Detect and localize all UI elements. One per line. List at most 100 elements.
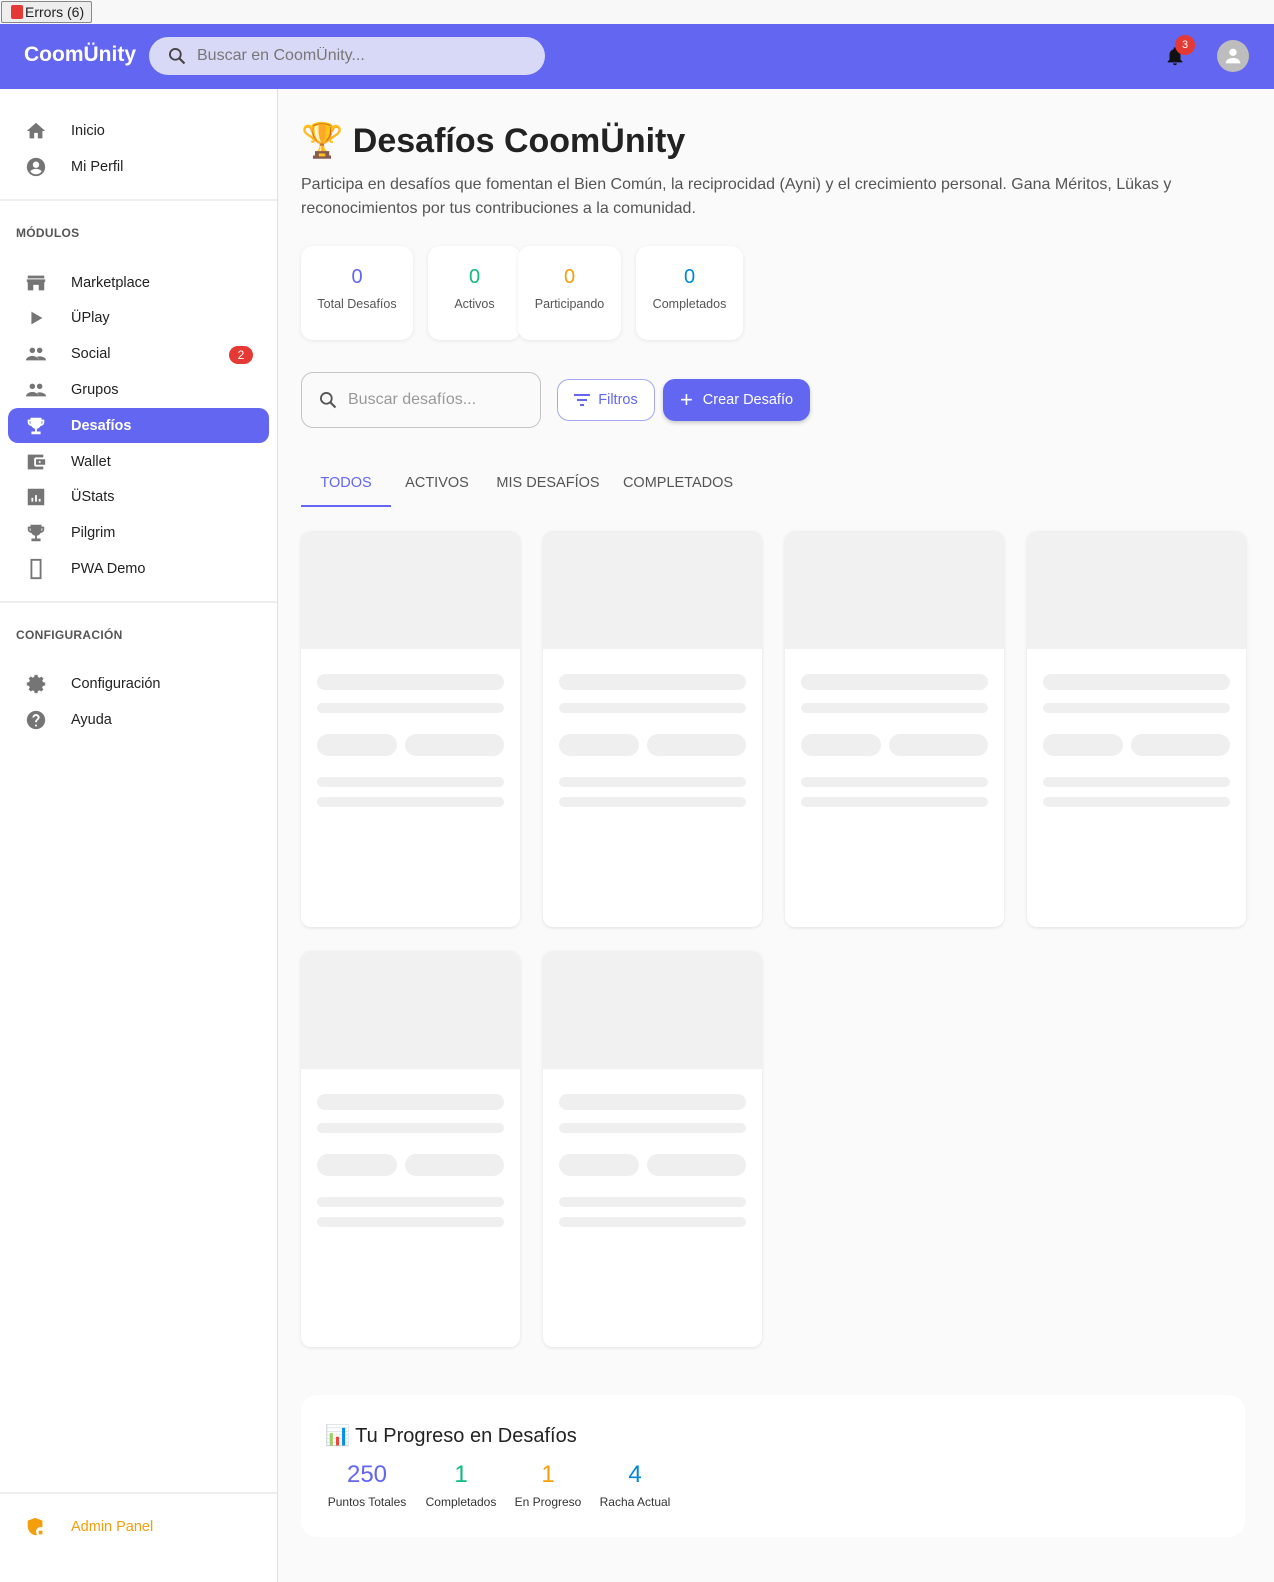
progress-stat: 1 Completados	[423, 1461, 499, 1509]
skeleton-image	[301, 951, 520, 1069]
admin-shield-icon	[24, 1515, 48, 1539]
sidebar-item-pwa-demo[interactable]: PWA Demo	[8, 551, 269, 586]
sidebar-item-ayuda[interactable]: Ayuda	[8, 702, 269, 737]
skeleton-line	[317, 1094, 504, 1110]
error-icon	[11, 5, 23, 19]
people-icon	[24, 378, 48, 402]
errors-button[interactable]: Errors (6)	[1, 1, 93, 23]
wallet-icon	[24, 450, 48, 474]
stat-value: 0	[563, 266, 576, 288]
filters-button[interactable]: Filtros	[557, 379, 655, 421]
skeleton-line	[801, 674, 988, 690]
skeleton-line	[559, 703, 746, 713]
sidebar-item-wallet[interactable]: Wallet	[8, 444, 269, 479]
skeleton-chip	[1131, 734, 1230, 756]
stat-value: 0	[468, 266, 481, 288]
skeleton-chip	[647, 734, 746, 756]
skeleton-image	[301, 531, 520, 649]
stat-card: 0 Participando	[518, 246, 621, 340]
stat-card: 0 Completados	[636, 246, 743, 340]
page-description: Participa en desafíos que fomentan el Bi…	[301, 176, 1172, 217]
sidebar-item-mi-perfil[interactable]: Mi Perfil	[8, 149, 269, 184]
section-title-config: CONFIGURACIÓN	[16, 628, 123, 642]
skeleton-line	[801, 797, 988, 807]
home-icon	[24, 119, 48, 143]
skeleton-line	[317, 777, 504, 787]
logo[interactable]: CoomÜnity	[24, 43, 136, 67]
gear-icon	[24, 672, 48, 696]
skeleton-challenge-card	[301, 531, 520, 927]
skeleton-challenge-card	[1027, 531, 1246, 927]
avatar[interactable]	[1217, 40, 1249, 72]
skeleton-line	[559, 1197, 746, 1207]
skeleton-line	[1043, 797, 1230, 807]
tab-mis-desafíos[interactable]: MIS DESAFÍOS	[483, 465, 613, 507]
sidebar-item-inicio[interactable]: Inicio	[8, 113, 269, 148]
sidebar-item-label: Social	[71, 346, 111, 363]
skeleton-image	[543, 951, 762, 1069]
skeleton-image	[1027, 531, 1246, 649]
skeleton-chip	[801, 734, 881, 756]
sidebar-item-desaf-os[interactable]: Desafíos	[8, 408, 269, 444]
progress-value: 1	[541, 1461, 555, 1488]
skeleton-chip	[1043, 734, 1123, 756]
sidebar-item-label: Desafíos	[71, 417, 132, 434]
skeleton-line	[1043, 703, 1230, 713]
skeleton-chip	[889, 734, 988, 756]
sidebar-item-label: Wallet	[71, 453, 111, 470]
stat-label: Total Desafíos	[317, 297, 397, 311]
skeleton-chip	[647, 1154, 746, 1176]
challenge-search-input[interactable]	[348, 391, 528, 409]
skeleton-chip	[317, 734, 397, 756]
sidebar-item-marketplace[interactable]: Marketplace	[8, 265, 269, 300]
progress-card: 📊 Tu Progreso en Desafíos 250 Puntos Tota…	[301, 1395, 1245, 1537]
sidebar-item-label: Mi Perfil	[71, 158, 124, 175]
sidebar-item-label: PWA Demo	[71, 560, 146, 577]
search-icon	[320, 392, 337, 409]
tab-activos[interactable]: ACTIVOS	[391, 465, 483, 507]
stat-card: 0 Total Desafíos	[301, 246, 413, 340]
trophy-icon	[24, 521, 48, 545]
sidebar-item-label: Grupos	[71, 381, 119, 398]
skeleton-line	[317, 1123, 504, 1133]
account-circle-icon	[24, 155, 48, 179]
skeleton-line	[1043, 674, 1230, 690]
stat-label: Participando	[534, 297, 605, 311]
skeleton-chip	[405, 1154, 504, 1176]
skeleton-line	[317, 797, 504, 807]
progress-label: Puntos Totales	[327, 1495, 407, 1509]
global-search-input[interactable]	[197, 47, 517, 65]
devtools-bar: Errors (6)	[0, 0, 1274, 24]
tab-completados[interactable]: COMPLETADOS	[613, 465, 743, 507]
skeleton-line	[559, 1217, 746, 1227]
bar-chart-emoji-icon: 📊	[325, 1425, 350, 1447]
challenge-search[interactable]	[301, 372, 541, 428]
trophy-icon	[24, 414, 48, 438]
sidebar-item-üplay[interactable]: ÜPlay	[8, 301, 269, 336]
sidebar-item-social[interactable]: Social 2	[8, 337, 269, 372]
divider	[0, 199, 277, 201]
sidebar-item-admin-panel[interactable]: Admin Panel	[8, 1509, 269, 1544]
sidebar-item-configuraci-n[interactable]: Configuración	[8, 666, 269, 701]
sidebar-item-grupos[interactable]: Grupos	[8, 372, 269, 407]
sidebar-item-label: Marketplace	[71, 274, 150, 291]
skeleton-line	[801, 703, 988, 713]
tab-todos[interactable]: TODOS	[301, 465, 391, 507]
skeleton-chip	[405, 734, 504, 756]
skeleton-line	[559, 777, 746, 787]
sidebar: MÓDULOS CONFIGURACIÓN Inicio Mi Perfil Mar…	[0, 89, 278, 1582]
progress-title: 📊 Tu Progreso en Desafíos	[325, 1425, 577, 1447]
sidebar-item-label: ÜStats	[71, 489, 115, 506]
global-search[interactable]	[149, 37, 545, 75]
sidebar-item-label: Inicio	[71, 122, 105, 139]
skeleton-line	[559, 674, 746, 690]
sidebar-item-üstats[interactable]: ÜStats	[8, 480, 269, 515]
filter-icon	[574, 394, 591, 406]
sidebar-item-pilgrim[interactable]: Pilgrim	[8, 516, 269, 551]
play-icon	[24, 306, 48, 330]
stat-value: 0	[683, 266, 696, 288]
create-challenge-button[interactable]: + Crear Desafío	[663, 379, 810, 421]
stat-card: 0 Activos	[428, 246, 521, 340]
progress-label: En Progreso	[514, 1495, 582, 1509]
progress-stat: 250 Puntos Totales	[325, 1461, 409, 1509]
